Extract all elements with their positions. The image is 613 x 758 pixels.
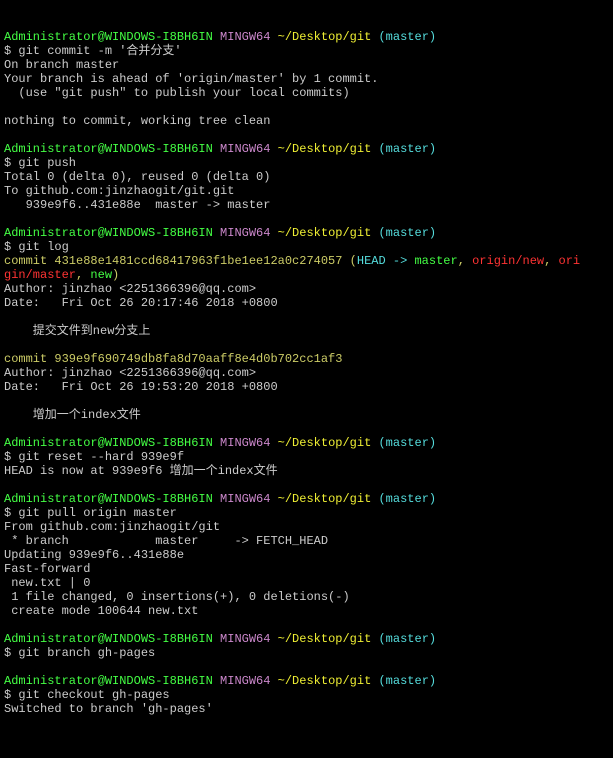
prompt-path: ~/Desktop/git xyxy=(270,30,371,44)
cmd-git-commit: $ git commit -m '合并分支' xyxy=(4,44,182,58)
prompt-path: ~/Desktop/git xyxy=(270,226,371,240)
prompt-path: ~/Desktop/git xyxy=(270,436,371,450)
prompt-host: MINGW64 xyxy=(213,30,271,44)
prompt-user: Administrator@WINDOWS-I8BH6IN xyxy=(4,30,213,44)
ref-origin-master-part2: gin/master xyxy=(4,268,76,282)
cmd-git-reset: $ git reset --hard 939e9f xyxy=(4,450,184,464)
output-line: new.txt | 0 xyxy=(4,576,90,590)
prompt-branch: (master) xyxy=(371,632,436,646)
prompt-branch: (master) xyxy=(371,436,436,450)
prompt-path: ~/Desktop/git xyxy=(270,674,371,688)
output-line: On branch master xyxy=(4,58,119,72)
output-line: nothing to commit, working tree clean xyxy=(4,114,270,128)
prompt-branch: (master) xyxy=(371,674,436,688)
prompt-branch: (master) xyxy=(371,30,436,44)
ref-origin-new: origin/new xyxy=(472,254,544,268)
output-line: HEAD is now at 939e9f6 增加一个index文件 xyxy=(4,464,278,478)
refs-sep: , xyxy=(458,254,472,268)
prompt-path: ~/Desktop/git xyxy=(270,492,371,506)
output-line: To github.com:jinzhaogit/git.git xyxy=(4,184,234,198)
commit-hash: commit 939e9f690749db8fa8d70aaff8e4d0b70… xyxy=(4,352,342,366)
cmd-git-push: $ git push xyxy=(4,156,76,170)
refs-paren-open: ( xyxy=(342,254,356,268)
output-line: Updating 939e9f6..431e88e xyxy=(4,548,184,562)
refs-sep: , xyxy=(76,268,90,282)
output-line: 1 file changed, 0 insertions(+), 0 delet… xyxy=(4,590,350,604)
cmd-git-log: $ git log xyxy=(4,240,69,254)
commit-hash: commit 431e88e1481ccd68417963f1be1ee12a0… xyxy=(4,254,342,268)
prompt-host: MINGW64 xyxy=(213,142,271,156)
refs-sep: , xyxy=(544,254,558,268)
ref-head: HEAD -> xyxy=(357,254,415,268)
output-line: Your branch is ahead of 'origin/master' … xyxy=(4,72,378,86)
prompt-branch: (master) xyxy=(371,226,436,240)
output-line: create mode 100644 new.txt xyxy=(4,604,198,618)
refs-paren-close: ) xyxy=(112,268,119,282)
prompt-user: Administrator@WINDOWS-I8BH6IN xyxy=(4,674,213,688)
output-line: From github.com:jinzhaogit/git xyxy=(4,520,220,534)
prompt-path: ~/Desktop/git xyxy=(270,632,371,646)
cmd-git-branch: $ git branch gh-pages xyxy=(4,646,155,660)
commit-message: 增加一个index文件 xyxy=(4,408,141,422)
prompt-user: Administrator@WINDOWS-I8BH6IN xyxy=(4,632,213,646)
prompt-host: MINGW64 xyxy=(213,632,271,646)
output-line: (use "git push" to publish your local co… xyxy=(4,86,350,100)
output-line: Switched to branch 'gh-pages' xyxy=(4,702,213,716)
prompt-user: Administrator@WINDOWS-I8BH6IN xyxy=(4,436,213,450)
output-line: 939e9f6..431e88e master -> master xyxy=(4,198,270,212)
prompt-path: ~/Desktop/git xyxy=(270,142,371,156)
prompt-host: MINGW64 xyxy=(213,492,271,506)
commit-message: 提交文件到new分支上 xyxy=(4,324,150,338)
prompt-host: MINGW64 xyxy=(213,226,271,240)
prompt-user: Administrator@WINDOWS-I8BH6IN xyxy=(4,142,213,156)
commit-author: Author: jinzhao <2251366396@qq.com> xyxy=(4,282,256,296)
prompt-branch: (master) xyxy=(371,142,436,156)
commit-date: Date: Fri Oct 26 20:17:46 2018 +0800 xyxy=(4,296,278,310)
ref-origin-master-part1: ori xyxy=(559,254,581,268)
prompt-branch: (master) xyxy=(371,492,436,506)
cmd-git-pull: $ git pull origin master xyxy=(4,506,177,520)
prompt-user: Administrator@WINDOWS-I8BH6IN xyxy=(4,492,213,506)
prompt-host: MINGW64 xyxy=(213,674,271,688)
output-line: Total 0 (delta 0), reused 0 (delta 0) xyxy=(4,170,270,184)
terminal-output[interactable]: Administrator@WINDOWS-I8BH6IN MINGW64 ~/… xyxy=(4,30,609,716)
commit-author: Author: jinzhao <2251366396@qq.com> xyxy=(4,366,256,380)
output-line: Fast-forward xyxy=(4,562,90,576)
ref-master: master xyxy=(414,254,457,268)
prompt-host: MINGW64 xyxy=(213,436,271,450)
output-line: * branch master -> FETCH_HEAD xyxy=(4,534,328,548)
commit-date: Date: Fri Oct 26 19:53:20 2018 +0800 xyxy=(4,380,278,394)
ref-new: new xyxy=(90,268,112,282)
prompt-user: Administrator@WINDOWS-I8BH6IN xyxy=(4,226,213,240)
cmd-git-checkout: $ git checkout gh-pages xyxy=(4,688,170,702)
